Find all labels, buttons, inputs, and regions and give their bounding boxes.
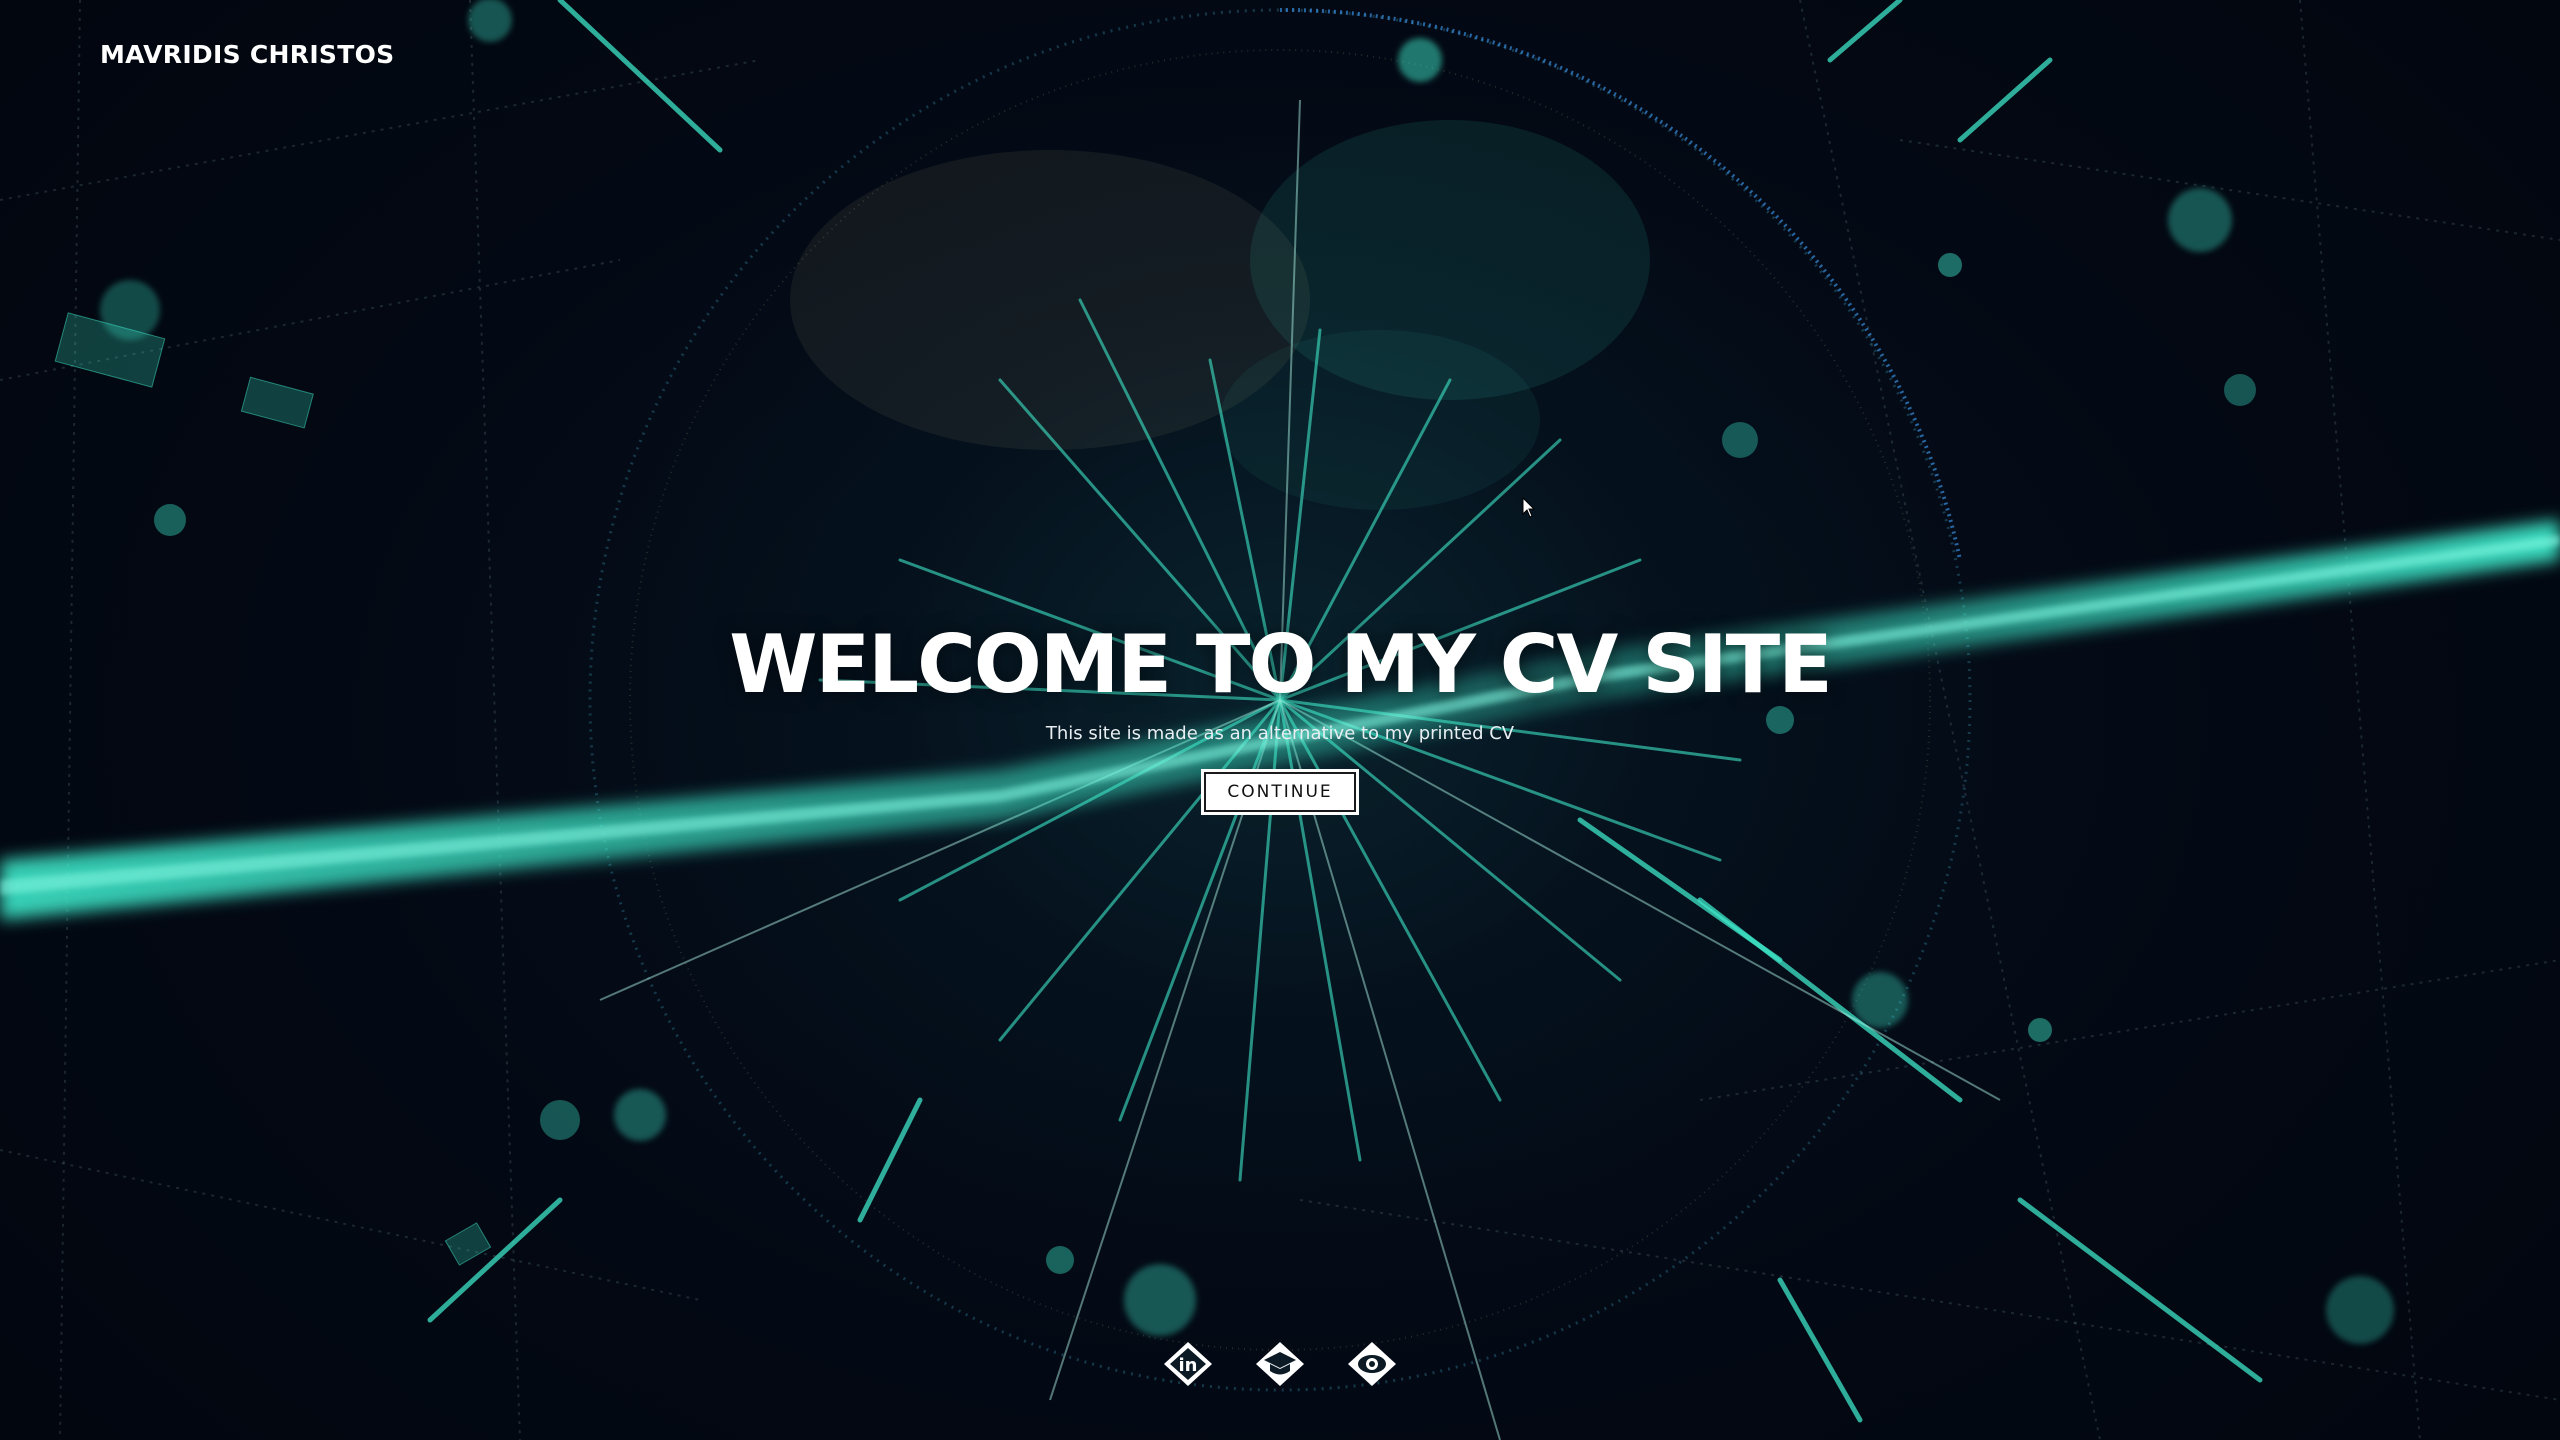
- hero-section: WELCOME TO MY CV SITE This site is made …: [0, 615, 2560, 815]
- continue-button[interactable]: CONTINUE: [1201, 769, 1359, 815]
- social-links: in: [0, 1338, 2560, 1390]
- portfolio-link[interactable]: [1346, 1338, 1398, 1390]
- hero-title: WELCOME TO MY CV SITE: [729, 618, 1833, 711]
- brand-name[interactable]: MAVRIDIS CHRISTOS: [100, 40, 394, 69]
- graduation-cap-icon: [1256, 1342, 1304, 1386]
- mouse-cursor-icon: [1522, 497, 1536, 518]
- eye-icon: [1348, 1342, 1396, 1386]
- linkedin-icon-label: in: [1179, 1355, 1198, 1376]
- linkedin-icon: in: [1164, 1342, 1212, 1386]
- hero-background: MAVRIDIS CHRISTOS WELCOME TO MY CV SITE …: [0, 0, 2560, 1440]
- hero-subtitle: This site is made as an alternative to m…: [1045, 723, 1515, 744]
- linkedin-link[interactable]: in: [1162, 1338, 1214, 1390]
- education-link[interactable]: [1254, 1338, 1306, 1390]
